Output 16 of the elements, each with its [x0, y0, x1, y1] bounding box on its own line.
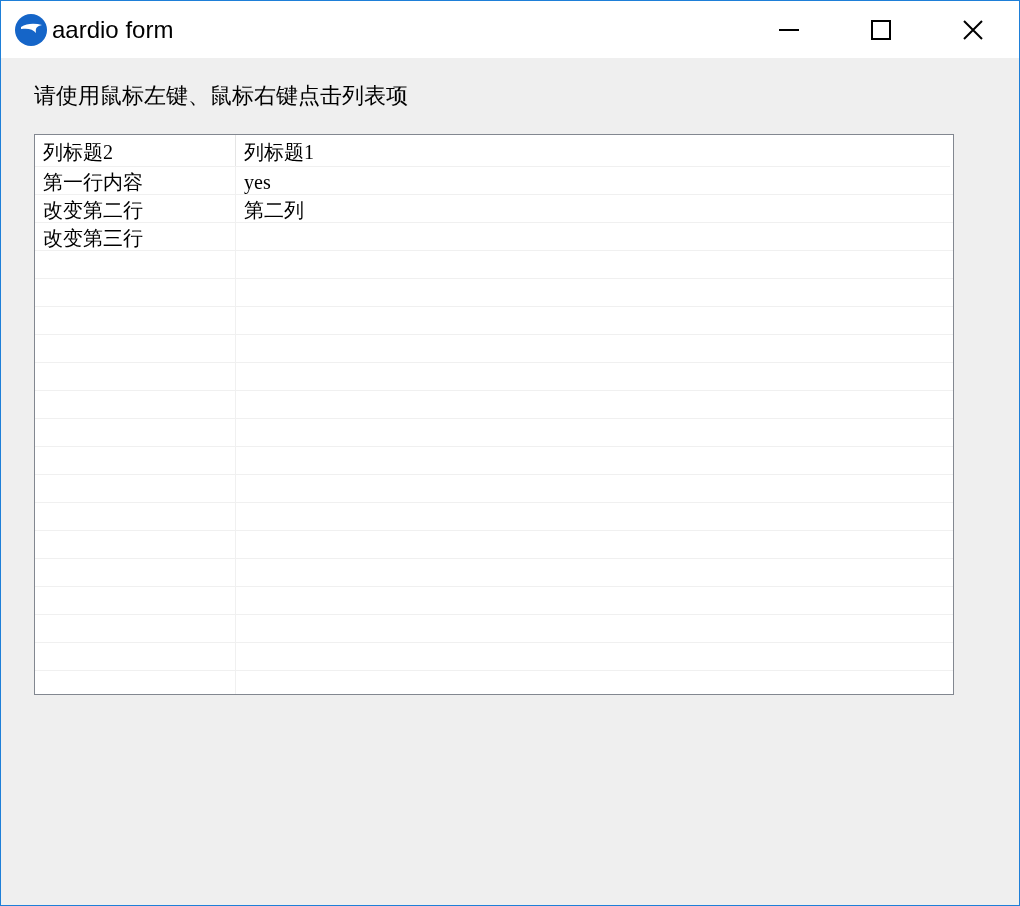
table-cell-text: 改变第三行	[42, 226, 143, 251]
column-header[interactable]: 列标题1	[236, 135, 950, 166]
app-logo-icon	[15, 13, 47, 46]
table-cell-text: 第二列	[243, 198, 304, 223]
table-cell-text: 改变第二行	[42, 198, 143, 223]
list-row[interactable]: 改变第三行	[35, 223, 953, 251]
window-title: aardio form	[52, 14, 174, 45]
table-cell-text: 第一行内容	[42, 170, 143, 195]
instruction-text: 请使用鼠标左键、鼠标右键点击列表项	[34, 82, 409, 110]
column-header[interactable]: 列标题2	[35, 135, 236, 166]
maximize-icon	[871, 19, 891, 40]
minimize-icon	[779, 28, 799, 31]
list-row[interactable]: 第一行内容 yes	[35, 167, 953, 195]
table-cell-text: yes	[243, 170, 271, 196]
close-icon	[963, 19, 983, 40]
list-row[interactable]: 改变第二行 第二列	[35, 195, 953, 223]
